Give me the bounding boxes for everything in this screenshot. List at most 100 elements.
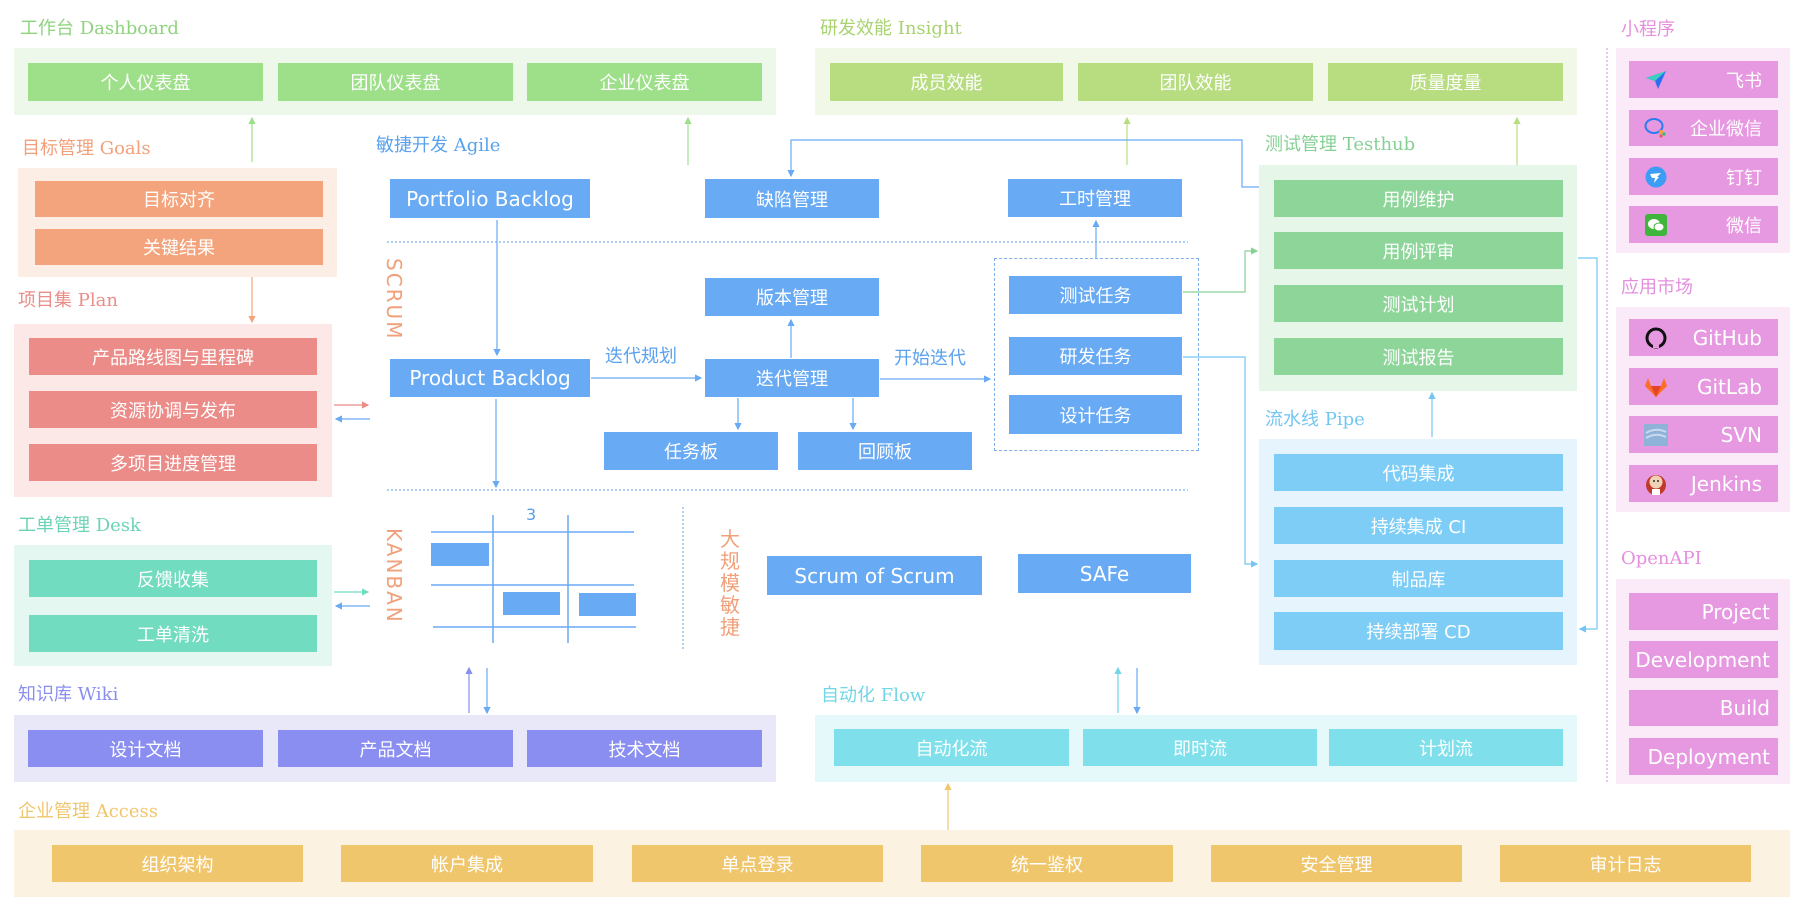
miniprogram-feishu[interactable]: 飞书 (1629, 61, 1778, 98)
testhub-case-review[interactable]: 用例评审 (1274, 232, 1563, 269)
marketplace-label: Jenkins (1690, 471, 1762, 496)
openapi-deployment[interactable]: Deployment (1629, 738, 1778, 775)
scrum-label: SCRUM (382, 258, 406, 341)
portfolio-backlog[interactable]: Portfolio Backlog (390, 179, 590, 218)
access-security[interactable]: 安全管理 (1211, 845, 1462, 882)
version-management[interactable]: 版本管理 (705, 278, 879, 316)
section-title-dashboard: 工作台 Dashboard (20, 18, 179, 39)
wiki-product-docs[interactable]: 产品文档 (278, 730, 513, 767)
goals-alignment[interactable]: 目标对齐 (35, 181, 323, 217)
wiki-design-docs[interactable]: 设计文档 (28, 730, 263, 767)
kanban-board-graphic (431, 515, 636, 643)
pipe-code-integration[interactable]: 代码集成 (1274, 454, 1563, 491)
access-sso[interactable]: 单点登录 (632, 845, 883, 882)
section-title-insight: 研发效能 Insight (820, 18, 962, 39)
large-scale-agile-label: 大 规 模 敏 捷 (719, 528, 741, 638)
miniprogram-wechat[interactable]: 微信 (1629, 206, 1778, 243)
pipe-artifact-repo[interactable]: 制品库 (1274, 560, 1563, 597)
testhub-test-plan[interactable]: 测试计划 (1274, 285, 1563, 322)
retro-board[interactable]: 回顾板 (798, 432, 972, 470)
large-scale-agile-char: 规 (720, 549, 740, 573)
miniprogram-label: 钉钉 (1726, 167, 1762, 189)
iteration-management[interactable]: 迭代管理 (705, 359, 879, 397)
miniprogram-wecom[interactable]: 企业微信 (1629, 110, 1778, 146)
marketplace-label: GitHub (1692, 325, 1762, 350)
gitlab-icon (1643, 374, 1669, 400)
large-scale-agile-char: 捷 (720, 615, 740, 639)
section-title-testhub: 测试管理 Testhub (1265, 134, 1416, 155)
plan-resources[interactable]: 资源协调与发布 (29, 391, 317, 428)
openapi-project[interactable]: Project (1629, 593, 1778, 630)
kanban-card (431, 543, 489, 566)
safe[interactable]: SAFe (1018, 554, 1191, 593)
jenkins-icon (1643, 471, 1669, 497)
insight-quality[interactable]: 质量度量 (1328, 63, 1563, 101)
wiki-tech-docs[interactable]: 技术文档 (527, 730, 762, 767)
section-title-marketplace: 应用市场 (1621, 277, 1693, 298)
arrow-testhub-to-cd (1578, 257, 1598, 633)
section-title-agile: 敏捷开发 Agile (376, 135, 501, 156)
section-title-desk: 工单管理 Desk (18, 515, 141, 536)
marketplace-label: SVN (1720, 422, 1762, 447)
pipe-ci[interactable]: 持续集成 CI (1274, 507, 1563, 544)
svn-icon (1643, 422, 1669, 448)
section-title-access: 企业管理 Access (18, 801, 159, 822)
marketplace-gitlab[interactable]: GitLab (1629, 368, 1778, 405)
large-scale-agile-char: 大 (720, 527, 740, 551)
access-auth[interactable]: 统一鉴权 (921, 845, 1173, 882)
openapi-build[interactable]: Build (1629, 690, 1778, 726)
miniprogram-dingtalk[interactable]: 钉钉 (1629, 158, 1778, 195)
testhub-case-maintenance[interactable]: 用例维护 (1274, 180, 1563, 217)
flow-scheduled[interactable]: 计划流 (1329, 729, 1563, 766)
desk-triage[interactable]: 工单清洗 (29, 615, 317, 652)
dingtalk-icon (1643, 164, 1669, 190)
section-title-goals: 目标管理 Goals (22, 138, 151, 159)
miniprogram-label: 企业微信 (1690, 119, 1762, 140)
marketplace-jenkins[interactable]: Jenkins (1629, 465, 1778, 502)
flow-instant[interactable]: 即时流 (1083, 729, 1317, 766)
dashboard-team[interactable]: 团队仪表盘 (278, 63, 513, 101)
dev-task[interactable]: 研发任务 (1009, 337, 1182, 375)
test-task[interactable]: 测试任务 (1009, 276, 1182, 314)
start-iteration-label: 开始迭代 (894, 348, 966, 369)
section-title-openapi: OpenAPI (1621, 548, 1702, 569)
marketplace-label: GitLab (1697, 374, 1762, 399)
feishu-icon (1643, 67, 1669, 93)
kanban-label: KANBAN (382, 528, 406, 624)
worklog-management[interactable]: 工时管理 (1008, 179, 1182, 217)
insight-team[interactable]: 团队效能 (1078, 63, 1313, 101)
plan-progress[interactable]: 多项目进度管理 (29, 444, 317, 481)
insight-member[interactable]: 成员效能 (830, 63, 1063, 101)
desk-feedback[interactable]: 反馈收集 (29, 560, 317, 597)
access-audit-log[interactable]: 审计日志 (1500, 845, 1751, 882)
goals-key-results[interactable]: 关键结果 (35, 229, 323, 265)
dashboard-personal[interactable]: 个人仪表盘 (28, 63, 263, 101)
product-backlog[interactable]: Product Backlog (390, 359, 590, 397)
section-title-flow: 自动化 Flow (821, 685, 926, 706)
design-task[interactable]: 设计任务 (1009, 395, 1182, 434)
section-title-pipe: 流水线 Pipe (1265, 409, 1365, 430)
access-account-integration[interactable]: 帐户集成 (341, 845, 593, 882)
marketplace-github[interactable]: GitHub (1629, 319, 1778, 356)
pipe-cd[interactable]: 持续部署 CD (1274, 612, 1563, 650)
kanban-wip-limit: 3 (526, 505, 537, 524)
github-icon (1643, 325, 1669, 351)
wecom-icon (1643, 115, 1669, 141)
task-board[interactable]: 任务板 (604, 432, 778, 470)
openapi-development[interactable]: Development (1629, 641, 1778, 678)
section-title-plan: 项目集 Plan (18, 290, 118, 311)
defect-management[interactable]: 缺陷管理 (705, 179, 879, 218)
kanban-card (503, 592, 560, 615)
flow-automation[interactable]: 自动化流 (834, 729, 1069, 766)
iteration-planning-label: 迭代规划 (605, 346, 677, 367)
section-title-wiki: 知识库 Wiki (18, 684, 119, 705)
access-org[interactable]: 组织架构 (52, 845, 303, 882)
wechat-icon (1643, 212, 1669, 238)
large-scale-agile-char: 模 (720, 571, 740, 595)
testhub-test-report[interactable]: 测试报告 (1274, 338, 1563, 375)
plan-roadmap[interactable]: 产品路线图与里程碑 (29, 338, 317, 375)
marketplace-svn[interactable]: SVN (1629, 416, 1778, 453)
scrum-of-scrum[interactable]: Scrum of Scrum (767, 556, 982, 595)
dashboard-enterprise[interactable]: 企业仪表盘 (527, 63, 762, 101)
miniprogram-label: 飞书 (1726, 70, 1762, 92)
